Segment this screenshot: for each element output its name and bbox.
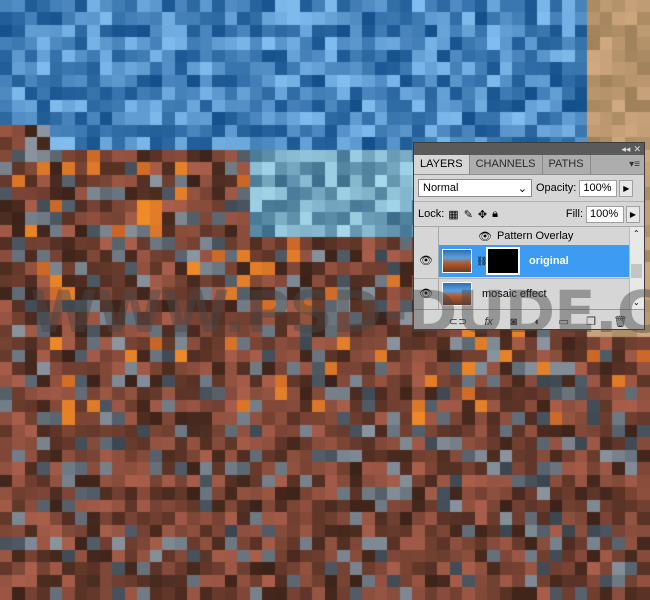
close-icon[interactable]: ✕ bbox=[633, 144, 641, 154]
new-layer-icon[interactable]: ❐ bbox=[586, 315, 596, 328]
opacity-label: Opacity: bbox=[536, 182, 577, 194]
layer-thumbnail bbox=[442, 249, 472, 273]
layers-panel: ◂◂ ✕ LAYERS CHANNELS PATHS ▾≡ Normal ⌄ O… bbox=[413, 142, 645, 330]
lock-all-padlock-icon[interactable]: 🔒︎ bbox=[492, 208, 498, 221]
layer-row-mosaic-effect[interactable]: 👁︎ mosaic effect bbox=[414, 278, 630, 309]
eye-icon[interactable]: 👁︎ bbox=[418, 254, 434, 268]
tab-paths[interactable]: PATHS bbox=[543, 155, 591, 174]
layer-name: mosaic effect bbox=[482, 288, 547, 300]
opacity-input[interactable]: 100% bbox=[579, 179, 618, 197]
effect-name: Pattern Overlay bbox=[496, 230, 574, 242]
blend-mode-value: Normal bbox=[423, 182, 459, 194]
layers-list: 👁︎ Pattern Overlay 👁︎ ⛓︎ original 👁︎ mos… bbox=[414, 227, 644, 309]
scroll-down-icon[interactable]: ⌄ bbox=[633, 298, 640, 307]
add-mask-icon[interactable]: ◙ bbox=[510, 316, 517, 328]
opacity-slider-button[interactable]: ▶ bbox=[619, 179, 634, 197]
collapse-icon[interactable]: ◂◂ bbox=[621, 144, 630, 154]
delete-trash-icon[interactable]: 🗑︎ bbox=[613, 315, 627, 328]
eye-icon[interactable]: 👁︎ bbox=[418, 287, 434, 301]
layer-style-fx-icon[interactable]: fx bbox=[484, 316, 493, 328]
layers-scrollbar[interactable]: ⌃ ⌄ bbox=[629, 227, 644, 309]
panel-bottom-toolbar: ⊂⊃ fx ◙ ◐ ▭ ❐ 🗑︎ bbox=[414, 309, 644, 333]
effect-eye-icon[interactable]: 👁︎ bbox=[478, 230, 492, 243]
layer-thumbnail bbox=[442, 282, 472, 306]
scroll-thumb[interactable] bbox=[631, 264, 642, 278]
lock-position-move-icon[interactable]: ✥ bbox=[478, 208, 487, 221]
scroll-up-icon[interactable]: ⌃ bbox=[633, 229, 640, 238]
panel-tabs: LAYERS CHANNELS PATHS ▾≡ bbox=[414, 155, 644, 175]
blend-mode-select[interactable]: Normal ⌄ bbox=[418, 179, 532, 197]
adjustment-layer-icon[interactable]: ◐ bbox=[534, 316, 541, 328]
layer-name: original bbox=[529, 255, 569, 267]
layer-row-original[interactable]: 👁︎ ⛓︎ original bbox=[414, 245, 630, 277]
fill-input[interactable]: 100% bbox=[586, 205, 624, 223]
panel-titlebar[interactable]: ◂◂ ✕ bbox=[414, 143, 644, 155]
new-group-folder-icon[interactable]: ▭ bbox=[558, 315, 568, 328]
layer-effect-row[interactable]: 👁︎ Pattern Overlay bbox=[414, 227, 630, 245]
fill-label: Fill: bbox=[565, 208, 583, 220]
lock-transparency-icon[interactable]: ▦ bbox=[448, 208, 458, 221]
fill-slider-button[interactable]: ▶ bbox=[626, 205, 640, 223]
tab-layers[interactable]: LAYERS bbox=[414, 155, 470, 174]
lock-label: Lock: bbox=[418, 208, 445, 220]
chevron-down-icon: ⌄ bbox=[517, 182, 527, 195]
link-layers-icon[interactable]: ⊂⊃ bbox=[449, 315, 467, 328]
panel-menu-icon[interactable]: ▾≡ bbox=[629, 155, 644, 174]
lock-image-brush-icon[interactable]: ✎ bbox=[464, 208, 473, 221]
layer-mask-thumbnail[interactable] bbox=[486, 247, 520, 275]
tab-channels[interactable]: CHANNELS bbox=[470, 155, 543, 174]
